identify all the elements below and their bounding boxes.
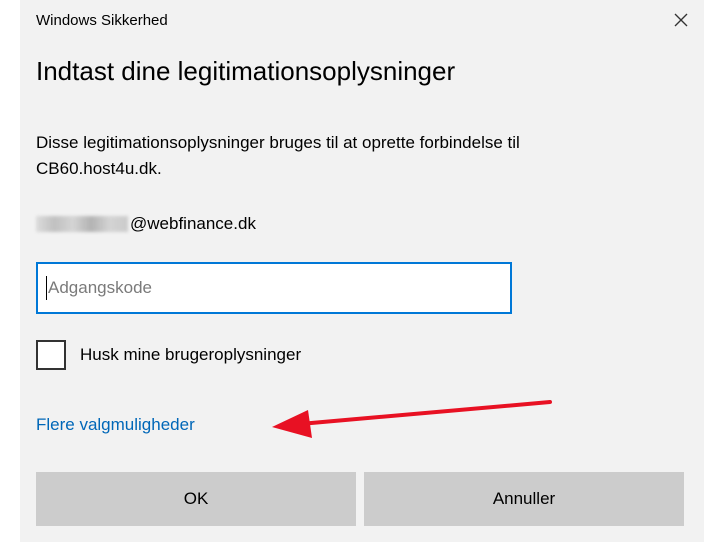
redacted-username bbox=[36, 216, 128, 232]
remember-label[interactable]: Husk mine brugeroplysninger bbox=[80, 345, 301, 365]
cancel-button[interactable]: Annuller bbox=[364, 472, 684, 526]
close-icon bbox=[673, 12, 689, 33]
dialog-heading: Indtast dine legitimationsoplysninger bbox=[36, 56, 456, 86]
window-title: Windows Sikkerhed bbox=[36, 12, 168, 29]
red-arrow-icon bbox=[272, 400, 552, 438]
description-line-2: CB60.host4u.dk. bbox=[36, 159, 162, 178]
username-display: @webfinance.dk bbox=[36, 214, 256, 234]
close-button[interactable] bbox=[658, 2, 704, 42]
password-field[interactable] bbox=[36, 262, 512, 314]
password-input[interactable] bbox=[48, 264, 498, 312]
description-line-1: Disse legitimationsoplysninger bruges ti… bbox=[36, 133, 520, 152]
remember-credentials-row[interactable]: Husk mine brugeroplysninger bbox=[36, 340, 301, 370]
ok-button[interactable]: OK bbox=[36, 472, 356, 526]
username-domain: @webfinance.dk bbox=[130, 214, 256, 233]
remember-checkbox[interactable] bbox=[36, 340, 66, 370]
dialog-description: Disse legitimationsoplysninger bruges ti… bbox=[36, 130, 696, 182]
text-caret bbox=[46, 276, 47, 300]
credential-dialog: Windows Sikkerhed Indtast dine legitimat… bbox=[20, 0, 704, 542]
more-options-link[interactable]: Flere valgmuligheder bbox=[36, 415, 195, 435]
